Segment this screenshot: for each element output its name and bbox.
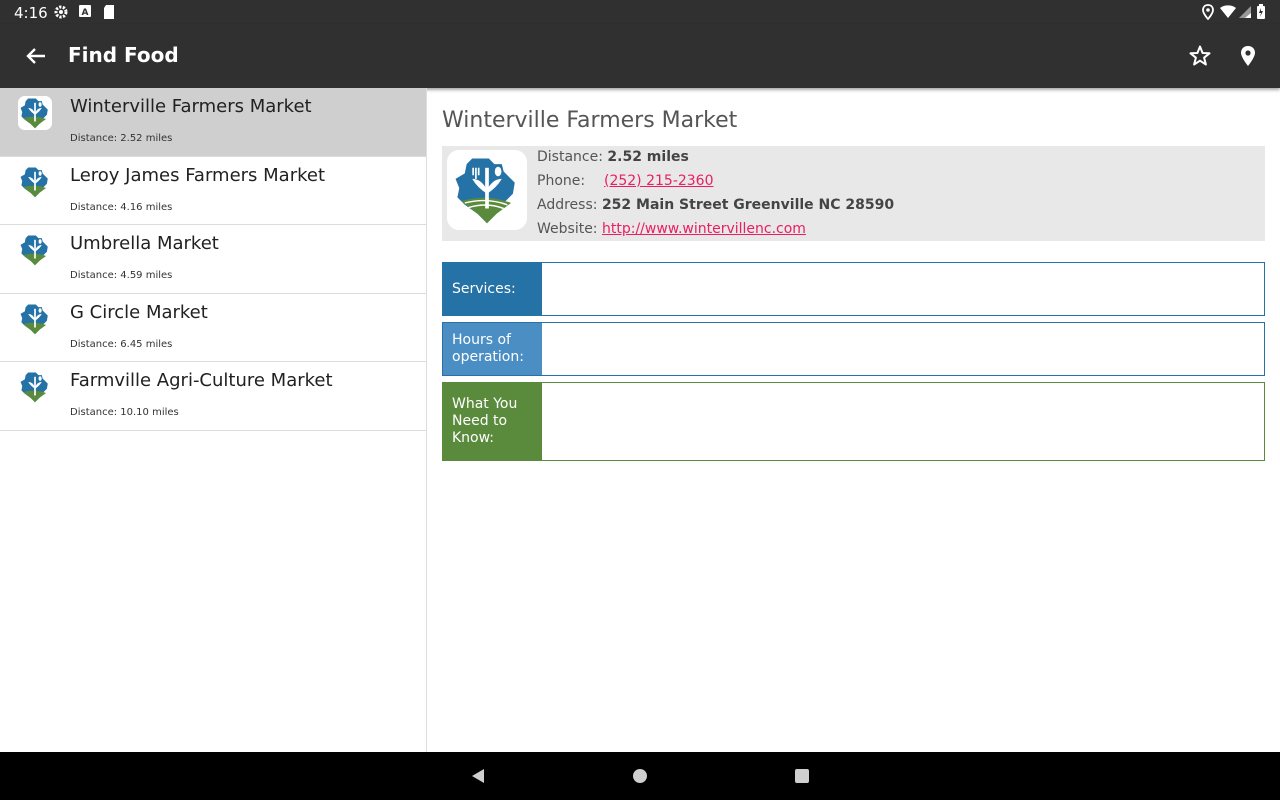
services-body [542,263,1264,315]
detail-title: Winterville Farmers Market [442,108,738,133]
address-label: Address: [537,197,598,213]
food-logo-icon [18,370,52,404]
food-logo-icon [18,164,52,199]
list-item[interactable]: Winterville Farmers Market Distance: 2.52… [0,88,426,157]
list-item-distance: Distance: 2.52 miles [70,133,173,144]
phone-label: Phone: [537,173,586,189]
food-logo-icon [18,96,52,130]
nav-bar [0,752,1280,800]
list-item-name: Umbrella Market [70,233,219,254]
food-logo-icon [18,233,52,267]
list-item[interactable]: G Circle Market Distance: 6.45 miles [0,294,426,362]
map-button[interactable] [1232,40,1264,72]
app-title: Find Food [68,43,179,67]
recents-square-icon [795,769,809,783]
wifi-icon [1219,4,1237,20]
hours-body [542,323,1264,375]
website-line: Website: http://www.wintervillenc.com [537,221,806,237]
distance-value: 2.52 miles [607,149,689,165]
app-bar: Find Food [0,24,1280,88]
list-item[interactable]: Umbrella Market Distance: 4.59 miles [0,225,426,294]
signal-icon [1238,4,1254,20]
website-label: Website: [537,221,598,237]
nav-recents-button[interactable] [790,764,814,788]
list-item-name: Winterville Farmers Market [70,96,312,117]
list-item-name: Leroy James Farmers Market [70,164,326,186]
list-item[interactable]: Farmville Agri-Culture Market Distance: 1… [0,362,426,431]
need-to-know-label: What You Need to Know: [443,383,542,460]
battery-icon [1256,4,1266,20]
settings-icon [53,4,69,20]
a-badge-icon: A [78,4,94,20]
list-item-name: Farmville Agri-Culture Market [70,370,333,391]
list-item-name: G Circle Market [70,301,208,323]
services-label: Services: [443,263,542,315]
address-line: Address: 252 Main Street Greenville NC 2… [537,197,894,213]
distance-label: Distance: [537,149,603,165]
food-logo-icon [18,301,52,336]
hours-label: Hours of operation: [443,323,542,375]
nav-back-button[interactable] [466,764,490,788]
list-item[interactable]: Leroy James Farmers Market Distance: 4.16… [0,157,426,225]
phone-link[interactable]: (252) 215-2360 [604,173,714,189]
need-to-know-body [542,383,1264,460]
status-bar: 4:16 A [0,0,1280,24]
back-triangle-icon [472,769,484,783]
svg-text:A: A [82,8,89,18]
list-item-distance: Distance: 10.10 miles [70,407,179,418]
food-logo-icon [455,158,515,224]
sd-card-icon [102,4,118,20]
phone-line: Phone: (252) 215-2360 [537,173,714,189]
location-icon [1201,4,1217,21]
star-outline-icon [1189,45,1211,66]
nav-home-button[interactable] [628,764,652,788]
list-item-distance: Distance: 4.59 miles [70,270,173,281]
market-list: Winterville Farmers Market Distance: 2.52… [0,88,427,752]
list-item-distance: Distance: 6.45 miles [70,338,173,350]
address-value: 252 Main Street Greenville NC 28590 [601,197,895,213]
info-box: Distance: 2.52 miles Phone: (252) 215-23… [442,146,1265,241]
distance-line: Distance: 2.52 miles [537,149,689,165]
services-section: Services: [442,262,1265,316]
favorite-button[interactable] [1184,40,1216,72]
list-item-distance: Distance: 4.16 miles [70,201,173,213]
arrow-back-icon [26,48,45,64]
hours-section: Hours of operation: [442,322,1265,376]
map-pin-icon [1241,46,1255,66]
home-circle-icon [633,769,647,783]
need-to-know-section: What You Need to Know: [442,382,1265,461]
detail-pane: Winterville Farmers Market Distance: 2.5… [428,88,1280,752]
back-button[interactable] [20,40,52,72]
status-time: 4:16 [14,4,48,22]
website-link[interactable]: http://www.wintervillenc.com [602,221,806,237]
market-logo [447,150,527,230]
